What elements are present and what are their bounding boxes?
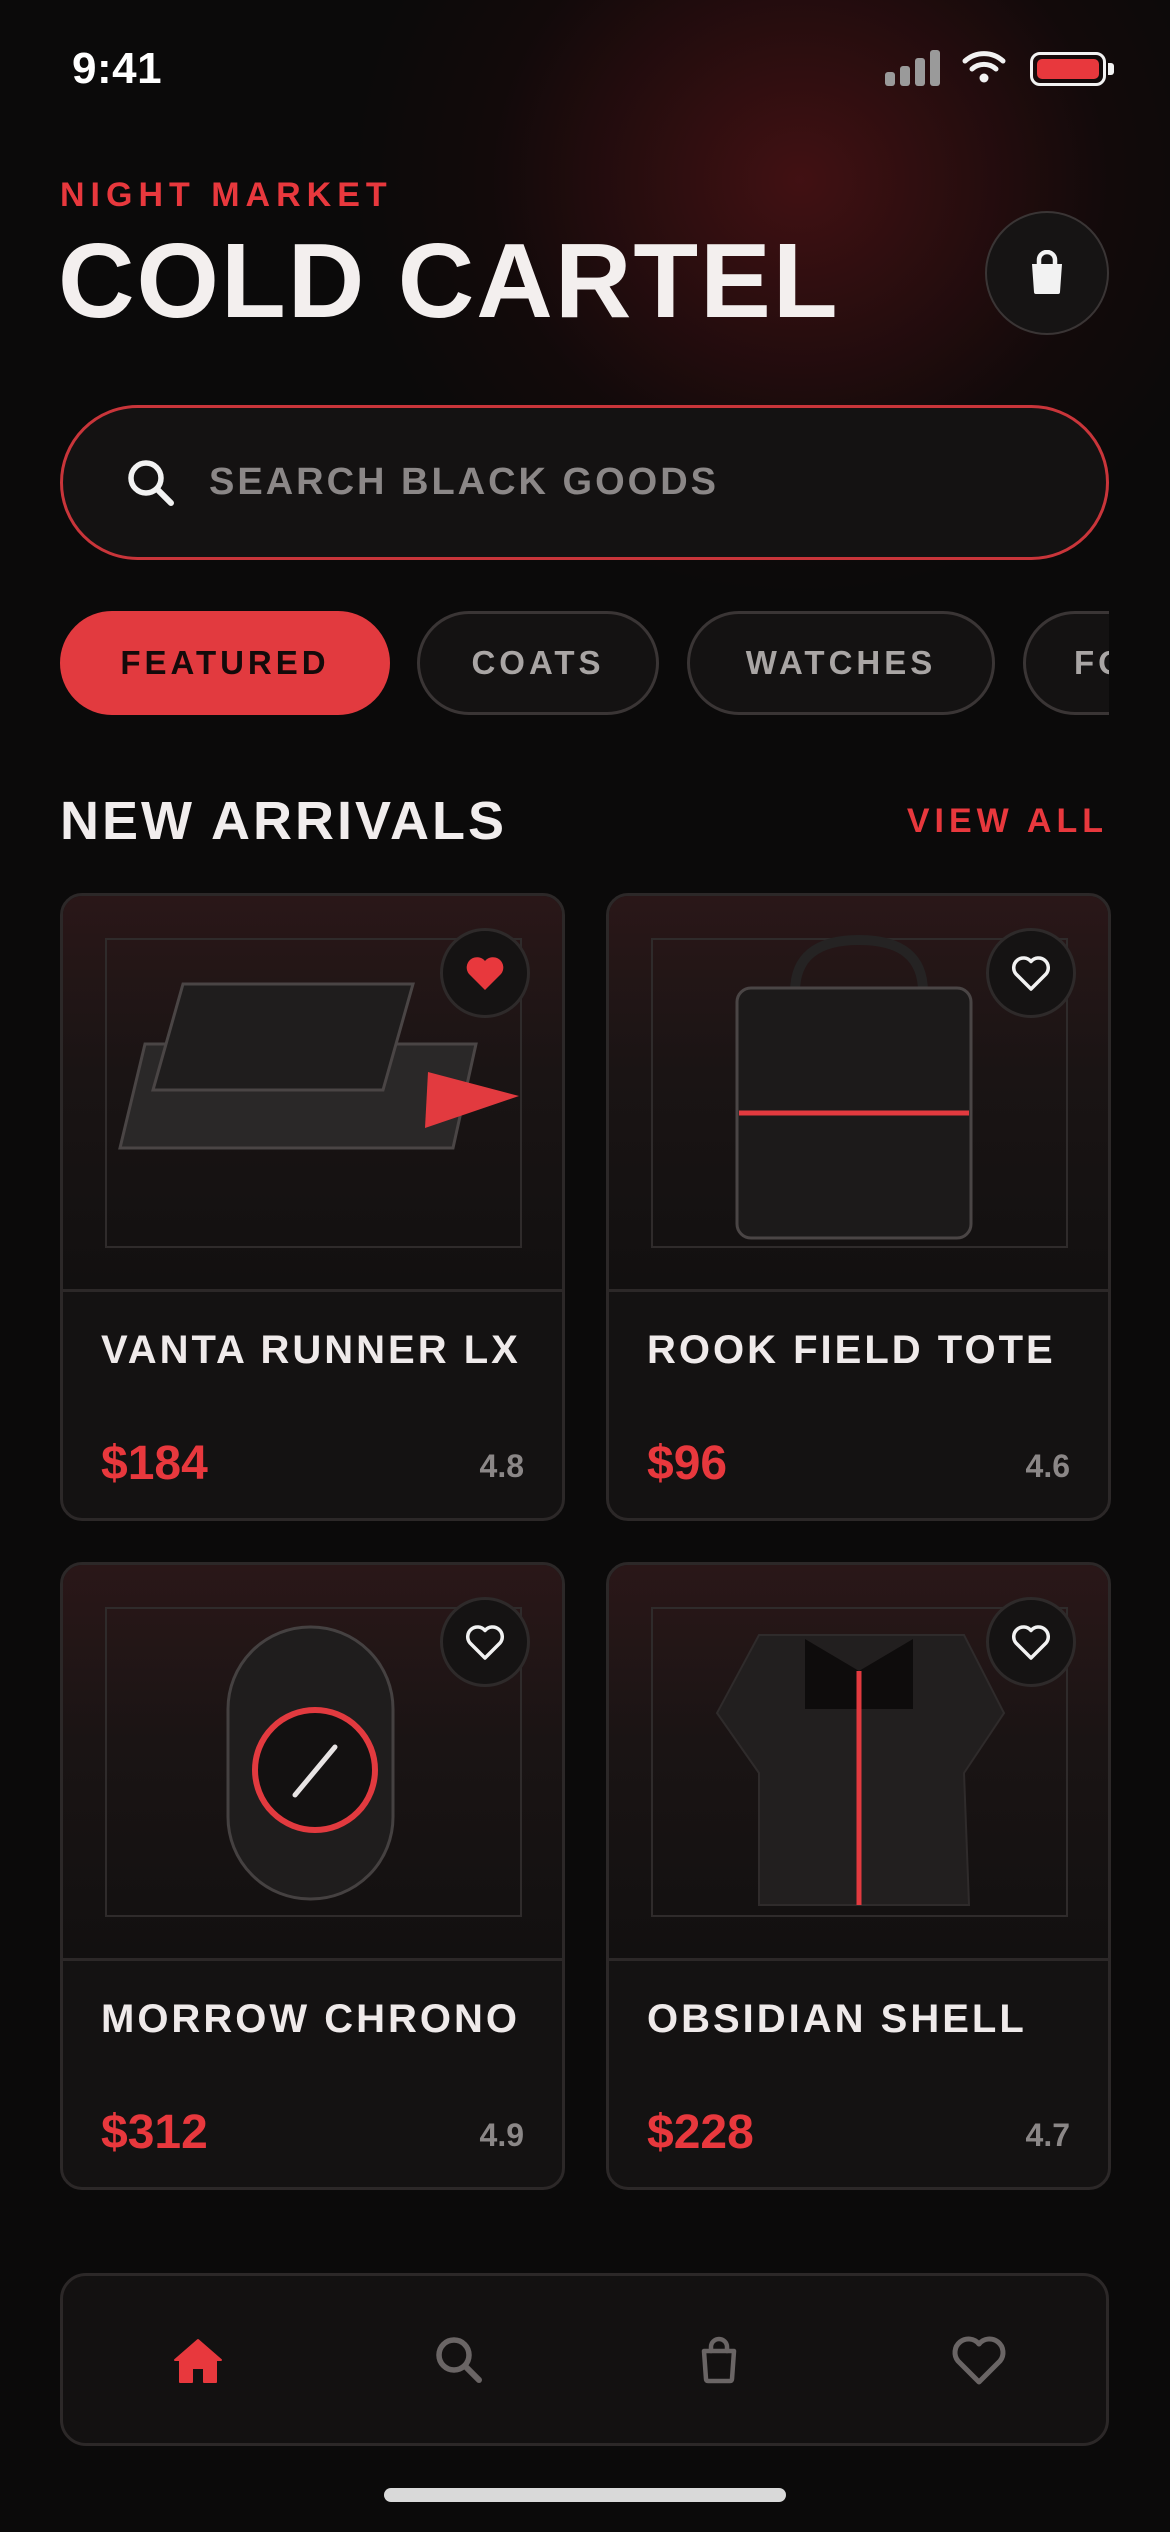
wifi-icon xyxy=(962,51,1006,83)
product-image xyxy=(63,896,562,1292)
product-price: $184 xyxy=(101,1437,208,1490)
chip-watches[interactable]: WATCHES xyxy=(687,611,995,715)
cart-button[interactable] xyxy=(985,211,1109,335)
product-price: $228 xyxy=(647,2106,754,2159)
product-image xyxy=(609,896,1108,1292)
heart-icon xyxy=(1012,956,1050,991)
product-card-rook-tote[interactable]: ROOK FIELD TOTE $96 4.6 xyxy=(606,893,1111,1521)
product-name: ROOK FIELD TOTE xyxy=(647,1328,1056,1372)
search-input[interactable] xyxy=(209,442,1106,523)
battery-icon xyxy=(1030,52,1114,86)
view-all-link[interactable]: VIEW ALL xyxy=(907,802,1108,841)
product-rating: 4.8 xyxy=(479,1448,524,1484)
search-icon xyxy=(436,2336,482,2383)
home-indicator xyxy=(384,2488,786,2502)
heart-filled-icon xyxy=(466,957,504,990)
chip-coats[interactable]: COATS xyxy=(417,611,659,715)
section-title: NEW ARRIVALS xyxy=(60,791,507,851)
chip-footwear[interactable]: FOOTWEAR xyxy=(1023,611,1109,715)
product-name: VANTA RUNNER LX xyxy=(101,1328,521,1372)
product-card-morrow-chrono[interactable]: MORROW CHRONO $312 4.9 xyxy=(60,1562,565,2190)
heart-icon xyxy=(1012,1625,1050,1660)
heart-icon xyxy=(952,2336,1006,2384)
heart-icon xyxy=(466,1625,504,1660)
brand-kicker: NIGHT MARKET xyxy=(60,176,393,214)
status-time: 9:41 xyxy=(72,44,163,93)
product-name: MORROW CHRONO xyxy=(101,1997,520,2041)
product-rating: 4.7 xyxy=(1025,2117,1070,2153)
home-icon xyxy=(174,2338,222,2383)
product-image xyxy=(63,1565,562,1961)
favorite-button[interactable] xyxy=(986,1597,1076,1687)
category-chips: FEATURED COATS WATCHES FOOTWEAR xyxy=(60,611,1109,717)
shopping-bag-icon xyxy=(1032,250,1062,294)
tab-home[interactable] xyxy=(128,2276,268,2443)
favorite-button[interactable] xyxy=(440,1597,530,1687)
product-price: $96 xyxy=(647,1437,728,1490)
product-image xyxy=(609,1565,1108,1961)
shopping-bag-icon xyxy=(701,2336,737,2383)
search-bar[interactable] xyxy=(60,405,1109,560)
product-rating: 4.6 xyxy=(1025,1448,1070,1484)
app-screen: 9:41 NIGHT MARKET COLD CARTEL SEARCH BLA… xyxy=(0,0,1170,2532)
tab-search[interactable] xyxy=(389,2276,529,2443)
cellular-signal-icon xyxy=(885,50,941,86)
brand-title: COLD CARTEL xyxy=(58,222,840,340)
chip-featured[interactable]: FEATURED xyxy=(60,611,390,715)
tab-favorites[interactable] xyxy=(909,2276,1049,2443)
favorite-button[interactable] xyxy=(440,928,530,1018)
favorite-button[interactable] xyxy=(986,928,1076,1018)
search-icon xyxy=(125,457,177,509)
status-bar: 9:41 xyxy=(0,0,1170,140)
product-rating: 4.9 xyxy=(479,2117,524,2153)
tab-bag[interactable] xyxy=(649,2276,789,2443)
product-price: $312 xyxy=(101,2106,208,2159)
product-card-vanta-runner[interactable]: VANTA RUNNER LX $184 4.8 xyxy=(60,893,565,1521)
product-name: OBSIDIAN SHELL xyxy=(647,1997,1027,2041)
bottom-tab-bar xyxy=(60,2273,1109,2446)
product-card-obsidian-shell[interactable]: OBSIDIAN SHELL $228 4.7 xyxy=(606,1562,1111,2190)
